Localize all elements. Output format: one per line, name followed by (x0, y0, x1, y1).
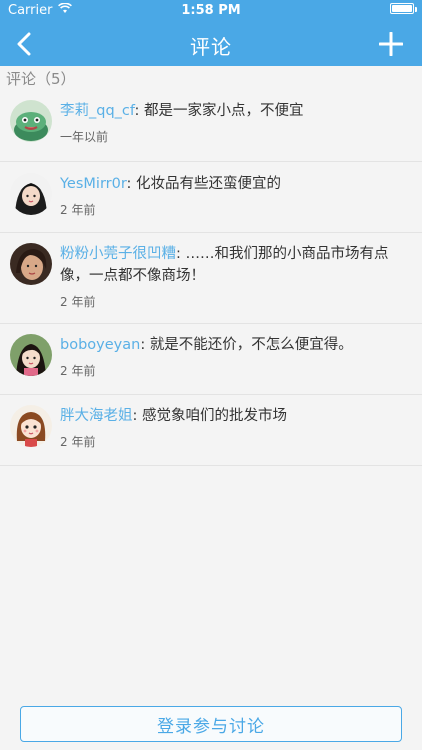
comment-line: YesMirr0r: 化妆品有些还蛮便宜的 (60, 173, 408, 195)
comment-time: 2 年前 (60, 295, 96, 309)
comment-time: 一年以前 (60, 130, 109, 144)
status-time: 1:58 PM (181, 3, 241, 18)
comment-separator: : (176, 246, 186, 262)
comment-separator: : (126, 176, 137, 192)
comment-row: boboyeyan: 就是不能还价，不怎么便宜得。 2 年前 (0, 324, 422, 395)
comment-line: 胖大海老姐: 感觉象咱们的批发市场 (60, 405, 408, 427)
comment-username[interactable]: boboyeyan (60, 337, 140, 353)
comment-username[interactable]: 胖大海老姐 (60, 408, 133, 424)
top-bar: Carrier 1:58 PM 评论 (0, 0, 422, 66)
comment-line: 李莉_qq_cf: 都是一家家小点，不便宜 (60, 100, 408, 122)
comment-content: YesMirr0r: 化妆品有些还蛮便宜的 2 年前 (60, 173, 408, 218)
comment-content: 李莉_qq_cf: 都是一家家小点，不便宜 一年以前 (60, 100, 408, 145)
avatar[interactable] (10, 173, 52, 215)
comments-section-title: 评论（5） (6, 70, 76, 88)
app-root: Carrier 1:58 PM 评论 评论（5） 李莉_qq_cf: 都是一家家… (0, 0, 422, 750)
add-comment-button[interactable] (376, 28, 406, 60)
comment-line: boboyeyan: 就是不能还价，不怎么便宜得。 (60, 334, 408, 356)
avatar[interactable] (10, 405, 52, 447)
comment-time: 2 年前 (60, 203, 96, 217)
page-title: 评论 (190, 35, 232, 59)
nav-bar: 评论 (0, 22, 422, 66)
comment-content: 粉粉小莞子很凹糟: ……和我们那的小商品市场有点像，一点都不像商场！ 2 年前 (60, 243, 408, 310)
comment-separator: : (132, 408, 142, 424)
comment-time: 2 年前 (60, 435, 96, 449)
comment-username[interactable]: 粉粉小莞子很凹糟 (60, 246, 176, 262)
comment-row: YesMirr0r: 化妆品有些还蛮便宜的 2 年前 (0, 162, 422, 233)
comment-row: 粉粉小莞子很凹糟: ……和我们那的小商品市场有点像，一点都不像商场！ 2 年前 (0, 233, 422, 324)
battery-icon (390, 3, 417, 14)
plus-icon (379, 32, 403, 56)
avatar[interactable] (10, 334, 52, 376)
comment-username[interactable]: YesMirr0r (60, 176, 127, 192)
comment-row: 胖大海老姐: 感觉象咱们的批发市场 2 年前 (0, 395, 422, 466)
comment-list: 李莉_qq_cf: 都是一家家小点，不便宜 一年以前 YesMirr0r: 化妆… (0, 90, 422, 466)
comment-text: 就是不能还价，不怎么便宜得。 (149, 337, 353, 353)
comment-separator: : (140, 337, 150, 353)
comment-separator: : (134, 103, 144, 119)
comment-time: 2 年前 (60, 364, 96, 378)
comment-username[interactable]: 李莉_qq_cf (60, 103, 134, 119)
avatar[interactable] (10, 243, 52, 285)
status-right (390, 3, 417, 14)
comment-content: boboyeyan: 就是不能还价，不怎么便宜得。 2 年前 (60, 334, 408, 379)
comment-text: 化妆品有些还蛮便宜的 (136, 176, 282, 192)
comment-text: 感觉象咱们的批发市场 (142, 408, 287, 424)
comment-text: 都是一家家小点，不便宜 (143, 103, 304, 119)
comment-line: 粉粉小莞子很凹糟: ……和我们那的小商品市场有点像，一点都不像商场！ (60, 243, 408, 287)
comment-content: 胖大海老姐: 感觉象咱们的批发市场 2 年前 (60, 405, 408, 450)
login-to-discuss-button[interactable]: 登录参与讨论 (20, 706, 402, 742)
comment-row: 李莉_qq_cf: 都是一家家小点，不便宜 一年以前 (0, 90, 422, 162)
avatar[interactable] (10, 100, 52, 142)
status-bar: Carrier 1:58 PM (0, 0, 422, 22)
